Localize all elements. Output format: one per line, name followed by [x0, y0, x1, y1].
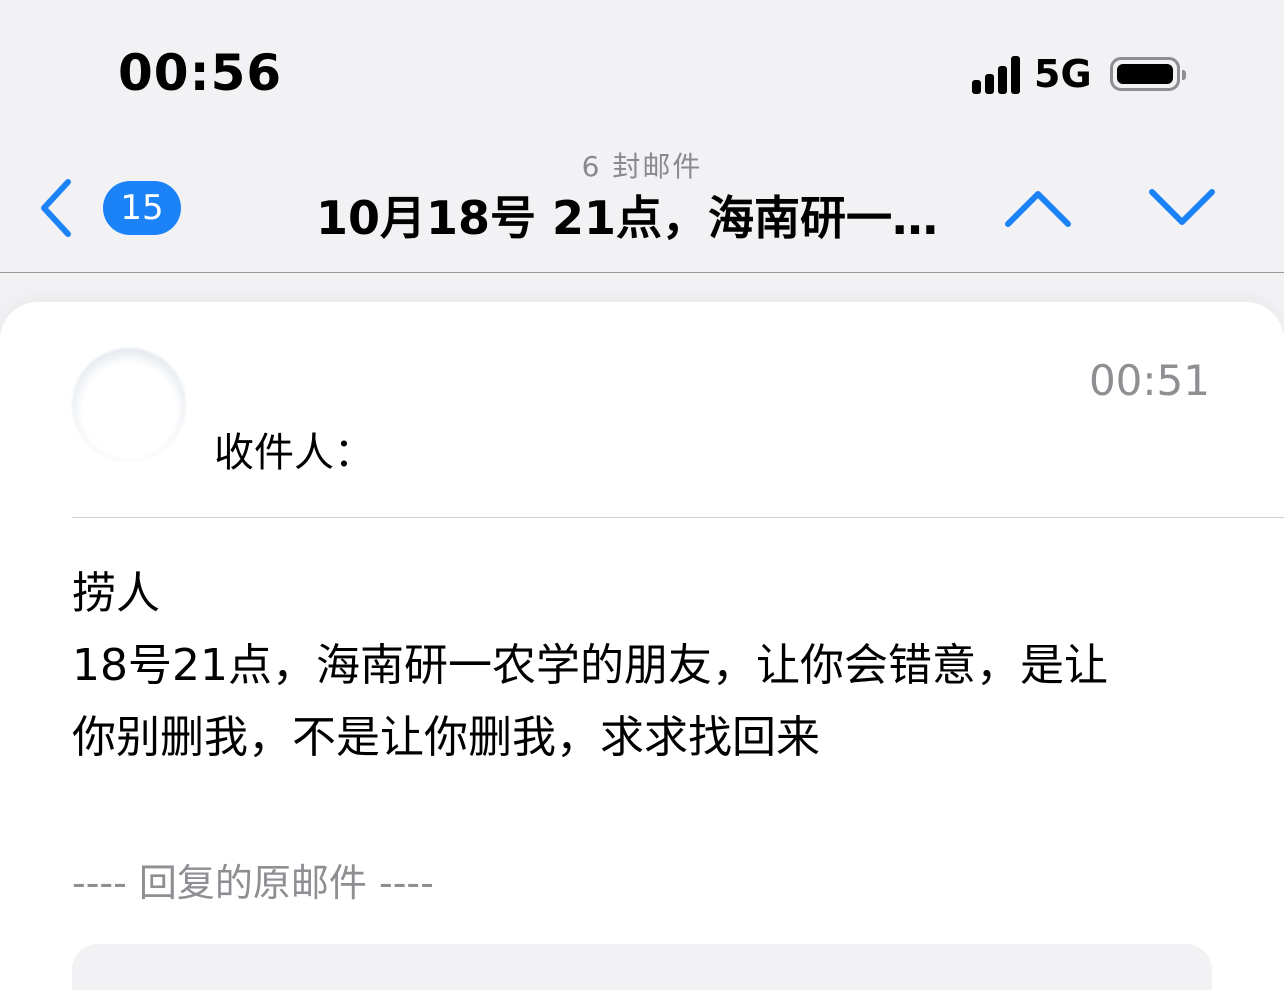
- chevron-up-icon: [1005, 191, 1071, 227]
- body-line: 你别删我，不是让你删我，求求找回来: [72, 712, 820, 763]
- signal-icon: [972, 54, 1024, 94]
- email-body: 捞人 18号21点，海南研一农学的朋友，让你会错意，是让 你别删我，不是让你删我…: [72, 558, 1212, 774]
- next-message-button[interactable]: [1146, 180, 1218, 236]
- quoted-message-separator: ---- 回复的原邮件 ----: [72, 861, 434, 905]
- recipient-label: 收件人：: [214, 430, 374, 476]
- thread-title: 10月18号 21点，海南研一…: [316, 191, 939, 245]
- previous-message-button[interactable]: [1002, 180, 1074, 236]
- recipient-row[interactable]: 收件人：: [214, 420, 374, 478]
- message-count: 6 封邮件: [581, 150, 703, 183]
- mail-screen: 00:56 5G 15 6 封邮件 10月18号 21点，海南研一… 00:51…: [0, 0, 1284, 990]
- sender-avatar[interactable]: [72, 348, 186, 462]
- nav-divider: [0, 272, 1284, 273]
- network-type: 5G: [1034, 52, 1092, 96]
- status-time: 00:56: [118, 44, 283, 102]
- unread-count-badge[interactable]: 15: [103, 181, 181, 235]
- chevron-left-icon: [41, 179, 71, 237]
- email-time: 00:51: [1088, 356, 1210, 405]
- body-line: 18号21点，海南研一农学的朋友，让你会错意，是让: [72, 640, 1108, 691]
- body-line: 捞人: [72, 568, 160, 619]
- status-indicators: 5G: [972, 52, 1186, 96]
- battery-icon: [1109, 57, 1186, 91]
- header-divider: [72, 517, 1284, 518]
- chevron-down-icon: [1149, 189, 1215, 225]
- quoted-message-box: [72, 944, 1212, 990]
- back-button[interactable]: [36, 178, 76, 238]
